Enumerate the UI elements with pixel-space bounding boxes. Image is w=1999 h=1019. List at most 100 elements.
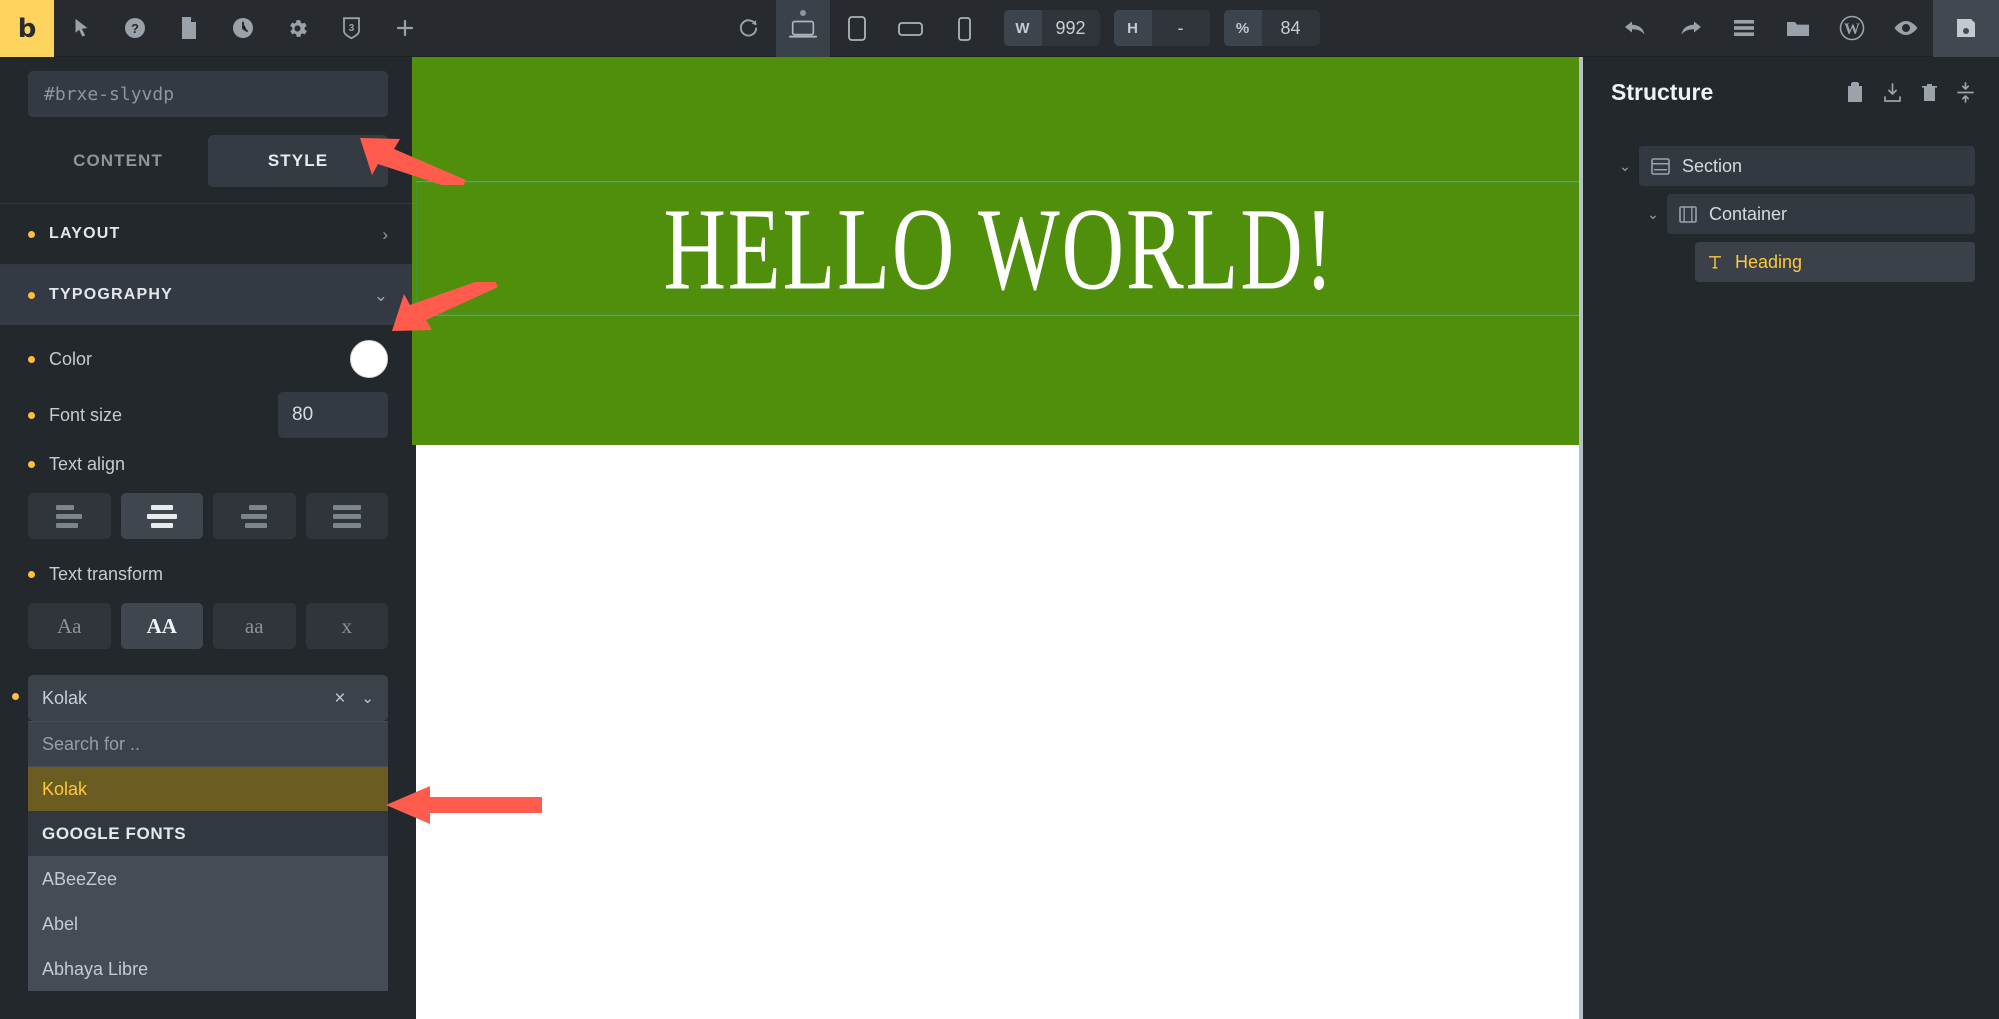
canvas-zoom-label: % xyxy=(1223,10,1262,46)
transform-uppercase-button[interactable]: AA xyxy=(120,603,203,649)
tab-content[interactable]: CONTENT xyxy=(28,135,208,187)
toolbar-left-group: ? 3 xyxy=(54,0,432,56)
canvas-height-label: H xyxy=(1113,10,1152,46)
plus-icon[interactable] xyxy=(378,0,432,57)
toolbar-spacer-right xyxy=(1320,0,1610,56)
canvas-dimensions-group: W 992 H - % 84 xyxy=(1003,0,1320,56)
tablet-landscape-icon[interactable] xyxy=(884,0,938,57)
text-align-indicator-dot xyxy=(28,460,35,468)
control-text-align: Text align xyxy=(0,443,416,485)
layout-indicator-dot xyxy=(28,230,35,238)
canvas-height-value[interactable]: - xyxy=(1151,10,1210,46)
trash-icon[interactable] xyxy=(1921,82,1938,103)
canvas-container-selection[interactable]: Hello World! xyxy=(416,181,1583,316)
element-settings-panel: CONTENT STYLE LAYOUT › TYPOGRAPHY ⌄ Colo… xyxy=(0,57,416,1019)
text-align-buttons xyxy=(0,485,416,553)
redo-icon[interactable] xyxy=(1663,0,1717,57)
structure-header: Structure xyxy=(1587,57,1999,106)
align-left-button[interactable] xyxy=(28,493,111,539)
font-option-abeezee[interactable]: ABeeZee xyxy=(28,856,388,901)
tree-item-section[interactable]: ⌄ Section xyxy=(1611,146,1975,186)
section-typography[interactable]: TYPOGRAPHY ⌄ xyxy=(0,265,416,325)
settings-tabs: CONTENT STYLE xyxy=(0,117,416,203)
css-icon[interactable]: 3 xyxy=(324,0,378,57)
canvas-heading[interactable]: Hello World! xyxy=(664,181,1336,317)
canvas-height-field[interactable]: H - xyxy=(1113,10,1210,46)
font-family-dropdown: Kolak GOOGLE FONTS ABeeZee Abel Abhaya L… xyxy=(28,721,388,991)
clear-icon[interactable]: × xyxy=(334,689,345,708)
align-justify-button[interactable] xyxy=(305,493,388,539)
bricks-logo-label: b xyxy=(17,13,37,44)
gear-icon[interactable] xyxy=(270,0,324,57)
font-size-indicator-dot xyxy=(28,411,35,419)
control-font-family-bullet xyxy=(0,663,416,700)
canvas-width-field[interactable]: W 992 xyxy=(1003,10,1100,46)
top-toolbar: b ? 3 W 992 H - % 84 W xyxy=(0,0,1999,57)
paste-icon[interactable] xyxy=(1846,82,1864,103)
eye-icon[interactable] xyxy=(1879,0,1933,57)
wordpress-icon[interactable]: W xyxy=(1825,0,1879,57)
text-transform-buttons: Aa AA aa x xyxy=(0,595,416,663)
history-icon[interactable] xyxy=(216,0,270,57)
font-size-input[interactable] xyxy=(278,392,388,438)
canvas-width-label: W xyxy=(1003,10,1042,46)
canvas-zoom-value[interactable]: 84 xyxy=(1261,10,1320,46)
tree-pill-heading[interactable]: Heading xyxy=(1695,242,1975,282)
collapse-icon[interactable] xyxy=(1956,82,1975,103)
bricks-logo[interactable]: b xyxy=(0,0,54,57)
tree-pill-container[interactable]: Container xyxy=(1667,194,1975,234)
folder-icon[interactable] xyxy=(1771,0,1825,57)
page-icon[interactable] xyxy=(162,0,216,57)
chevron-down-icon[interactable]: ⌄ xyxy=(1611,158,1639,175)
font-search-input[interactable] xyxy=(42,733,374,755)
canvas-scrollbar[interactable] xyxy=(1579,57,1583,1019)
color-swatch[interactable] xyxy=(350,340,388,378)
svg-text:W: W xyxy=(1844,21,1860,38)
canvas-zoom-field[interactable]: % 84 xyxy=(1223,10,1320,46)
transform-lowercase-button[interactable]: aa xyxy=(213,603,296,649)
align-right-button[interactable] xyxy=(213,493,296,539)
download-icon[interactable] xyxy=(1882,82,1903,103)
refresh-icon[interactable] xyxy=(722,0,776,57)
tree-item-heading[interactable]: Heading xyxy=(1667,242,1975,282)
chevron-down-icon[interactable]: ⌄ xyxy=(361,691,374,706)
toolbar-spacer-left xyxy=(432,0,722,56)
section-layout[interactable]: LAYOUT › xyxy=(0,204,416,264)
transform-capitalize-button[interactable]: Aa xyxy=(28,603,111,649)
list-icon[interactable] xyxy=(1717,0,1771,57)
font-option-abhaya-libre[interactable]: Abhaya Libre xyxy=(28,946,388,991)
chevron-down-icon[interactable]: ⌄ xyxy=(1639,206,1667,223)
canvas-left-edge xyxy=(412,57,416,445)
desktop-active-dot xyxy=(799,10,806,16)
tablet-portrait-icon[interactable] xyxy=(830,0,884,57)
typography-indicator-dot xyxy=(28,291,35,299)
font-search-row xyxy=(28,721,388,766)
transform-none-button[interactable]: x xyxy=(305,603,388,649)
font-family-select[interactable]: Kolak × ⌄ xyxy=(28,675,388,721)
control-color: Color xyxy=(0,331,416,387)
text-align-label: Text align xyxy=(49,453,126,474)
design-canvas[interactable]: Hello World! xyxy=(416,57,1583,1019)
canvas-section[interactable]: Hello World! xyxy=(416,57,1583,445)
tree-item-container[interactable]: ⌄ Container xyxy=(1639,194,1975,234)
mobile-icon[interactable] xyxy=(938,0,992,57)
font-size-label: Font size xyxy=(49,404,123,425)
font-option-kolak[interactable]: Kolak xyxy=(28,766,388,811)
align-center-button[interactable] xyxy=(120,493,203,539)
save-button[interactable] xyxy=(1933,0,1999,57)
canvas-width-value[interactable]: 992 xyxy=(1041,10,1100,46)
desktop-icon[interactable] xyxy=(775,0,830,57)
structure-panel: Structure ⌄ Section ⌄ Container Heading xyxy=(1587,57,1999,1019)
color-control xyxy=(350,340,388,378)
tree-pill-section[interactable]: Section xyxy=(1639,146,1975,186)
tab-style[interactable]: STYLE xyxy=(208,135,388,187)
element-id-input[interactable] xyxy=(28,71,388,117)
font-option-abel[interactable]: Abel xyxy=(28,901,388,946)
undo-icon[interactable] xyxy=(1609,0,1663,57)
font-group-google-fonts: GOOGLE FONTS xyxy=(28,811,388,856)
align-right-icon xyxy=(241,504,268,528)
svg-text:?: ? xyxy=(131,21,139,36)
help-icon[interactable]: ? xyxy=(108,0,162,57)
cursor-icon[interactable] xyxy=(54,0,108,57)
color-indicator-dot xyxy=(28,355,35,363)
